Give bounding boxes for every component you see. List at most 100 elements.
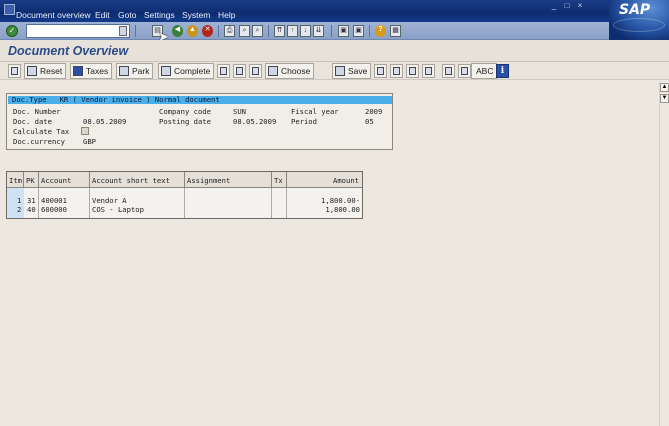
logo-swirl	[613, 18, 665, 32]
park-button[interactable]: Park	[116, 63, 154, 79]
close-icon[interactable]: ×	[575, 1, 585, 10]
ok-icon[interactable]: ✓	[6, 25, 18, 37]
menu-settings[interactable]: Settings	[144, 10, 175, 20]
prev-page-icon[interactable]: ↑	[287, 25, 298, 37]
calculate-tax-label: Calculate Tax	[13, 127, 70, 136]
column-header-tx[interactable]: Tx	[272, 172, 287, 188]
edit-icon[interactable]	[422, 64, 435, 78]
maximize-icon[interactable]: □	[562, 1, 572, 10]
command-history-icon[interactable]	[119, 26, 127, 36]
row-pk: 31	[27, 196, 36, 205]
column-tx	[272, 188, 287, 218]
page-title: Document Overview	[8, 44, 129, 58]
choose-button[interactable]: Choose	[265, 63, 315, 79]
save-label: Save	[348, 66, 368, 76]
column-header-short-text[interactable]: Account short text	[90, 172, 185, 188]
command-field[interactable]	[26, 24, 130, 38]
first-page-icon[interactable]: ⇈	[274, 25, 285, 37]
menu-edit[interactable]: Edit	[95, 10, 110, 20]
last-page-icon[interactable]: ⇊	[313, 25, 324, 37]
list-icon[interactable]	[458, 64, 471, 78]
toolbar-separator	[268, 25, 269, 37]
application-toolbar: Reset Taxes Park Complete Choose Save AB…	[0, 62, 669, 80]
row-short-text: Vendor A	[92, 196, 127, 205]
posting-date-label: Posting date	[159, 117, 211, 126]
row-account[interactable]: 600000	[41, 205, 67, 214]
column-header-pk[interactable]: PK	[24, 172, 39, 188]
toolbar-separator	[218, 25, 219, 37]
toolbar-separator	[135, 25, 136, 37]
new-session-icon[interactable]: ▣	[338, 25, 349, 37]
display-change-icon[interactable]	[8, 64, 21, 78]
choose-icon	[268, 66, 278, 76]
menu-bar: Document overview Edit Goto Settings Sys…	[0, 0, 669, 22]
column-header-assignment[interactable]: Assignment	[185, 172, 272, 188]
column-header-account[interactable]: Account	[39, 172, 90, 188]
complete-label: Complete	[174, 66, 211, 76]
sum-icon[interactable]	[374, 64, 387, 78]
find-icon[interactable]: ⌕	[239, 25, 250, 37]
row-itm: 2	[17, 205, 22, 214]
cancel-icon[interactable]: ✕	[202, 25, 213, 37]
column-header-itm[interactable]: Itm	[7, 172, 24, 188]
taxes-button[interactable]: Taxes	[70, 63, 113, 79]
menu-goto[interactable]: Goto	[118, 10, 136, 20]
reset-label: Reset	[40, 66, 63, 76]
calculate-tax-checkbox[interactable]	[81, 127, 89, 135]
doc-currency-label: Doc.currency	[13, 137, 65, 146]
vertical-scrollbar[interactable]: ▲ ▼	[659, 82, 669, 426]
detail-icon[interactable]	[442, 64, 455, 78]
period-label: Period	[291, 117, 317, 126]
system-menu-icon[interactable]	[4, 4, 15, 15]
row-short-text: COS - Laptop	[92, 205, 144, 214]
layout-icon[interactable]: ▦	[390, 25, 401, 37]
row-selector-column	[7, 188, 24, 218]
abc-button[interactable]: ABC	[471, 63, 498, 79]
fiscal-year-value: 2009	[365, 107, 383, 116]
set-filter-icon[interactable]	[249, 64, 262, 78]
abc-label: ABC	[476, 66, 494, 76]
reset-button[interactable]: Reset	[24, 63, 67, 79]
complete-icon	[161, 66, 171, 76]
column-header-amount[interactable]: Amount	[287, 172, 362, 188]
print-list-icon[interactable]	[233, 64, 246, 78]
taxes-label: Taxes	[86, 66, 109, 76]
complete-button[interactable]: Complete	[158, 63, 215, 79]
help-icon[interactable]: ?	[375, 25, 386, 37]
next-page-icon[interactable]: ↓	[300, 25, 311, 37]
menu-help[interactable]: Help	[218, 10, 235, 20]
park-label: Park	[132, 66, 150, 76]
print-icon[interactable]: ⎙	[224, 25, 235, 37]
reset-icon	[27, 66, 37, 76]
fiscal-year-label: Fiscal year	[291, 107, 339, 116]
row-account[interactable]: 400001	[41, 196, 67, 205]
copy-icon[interactable]	[406, 64, 419, 78]
menu-document-overview[interactable]: Document overview	[16, 10, 91, 20]
taxes-icon	[73, 66, 83, 76]
subtotal-icon[interactable]	[390, 64, 403, 78]
column-assignment	[185, 188, 272, 218]
minimize-icon[interactable]: _	[549, 1, 559, 10]
filter-icon[interactable]	[217, 64, 230, 78]
scroll-down-icon[interactable]: ▼	[660, 94, 669, 103]
back-icon[interactable]: ◀	[172, 25, 183, 37]
standard-toolbar: ✓ ▤ ◀ ▲ ✕ ⎙ ⌕ ⌕ ⇈ ↑ ↓ ⇊ ▣ ▣ ? ▦	[0, 22, 609, 40]
menu-system[interactable]: System	[182, 10, 210, 20]
choose-label: Choose	[281, 66, 311, 76]
company-code-label: Company code	[159, 107, 211, 116]
exit-icon[interactable]: ▲	[187, 25, 198, 37]
shortcut-icon[interactable]: ▣	[353, 25, 364, 37]
row-pk: 40	[27, 205, 36, 214]
save-button[interactable]: Save	[332, 63, 372, 79]
park-icon	[119, 66, 129, 76]
find-next-icon[interactable]: ⌕	[252, 25, 263, 37]
row-amount: 1,800.00-	[321, 196, 360, 205]
scroll-up-icon[interactable]: ▲	[660, 83, 669, 92]
info-icon[interactable]: i	[496, 64, 509, 78]
doc-number-label: Doc. Number	[13, 107, 61, 116]
period-value: 05	[365, 117, 374, 126]
doc-currency-value: GBP	[83, 137, 96, 146]
doc-type-line: Doc.Type KR ( Vendor invoice ) Normal do…	[12, 95, 220, 104]
save-layout-icon	[335, 66, 345, 76]
line-items-table: Itm PK Account Account short text Assign…	[6, 171, 363, 219]
